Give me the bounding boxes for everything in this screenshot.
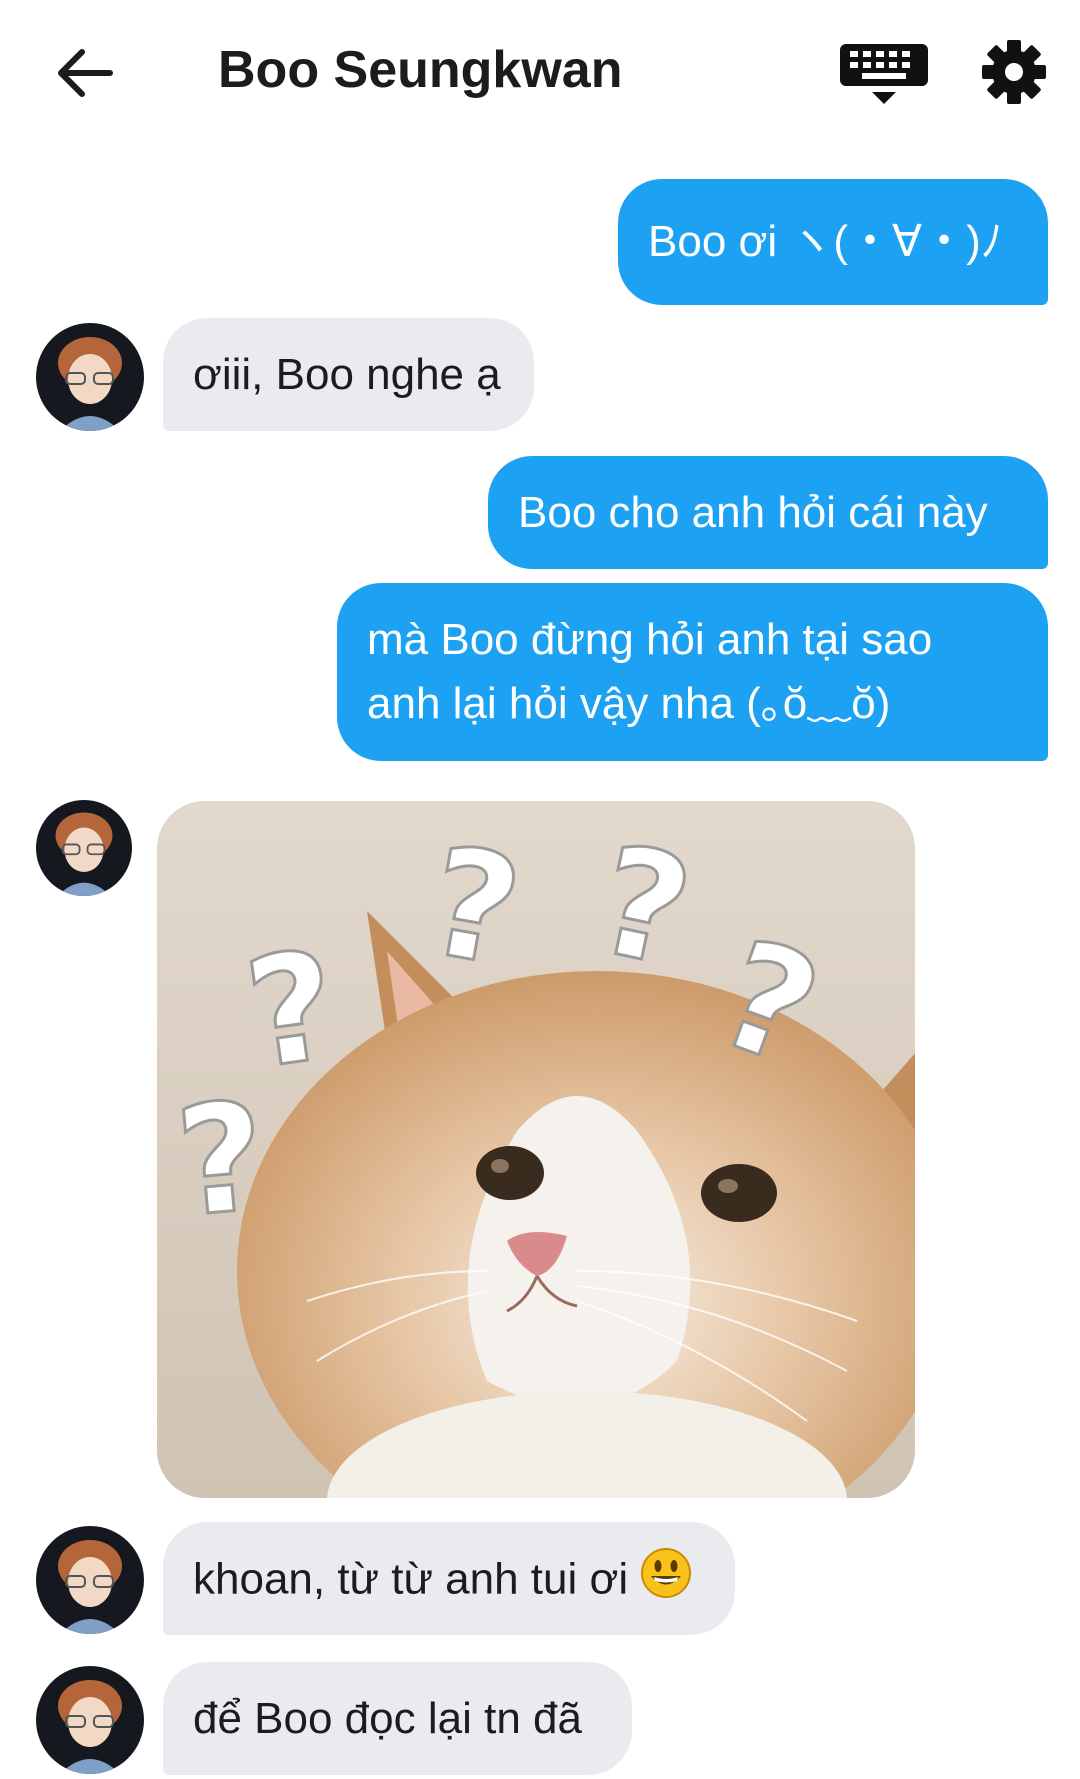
message-text-line: anh lại hỏi vậy nha (｡ŏ﹏ŏ) xyxy=(367,679,891,728)
message-image[interactable]: ? ? ? ? ? xyxy=(157,801,915,1498)
back-arrow-icon xyxy=(58,49,113,97)
message-text: Boo ơi ヽ(・∀・)ﾉ xyxy=(648,217,1003,266)
avatar-photo xyxy=(36,800,132,896)
message-bubble-incoming[interactable]: khoan, từ từ anh tui ơi xyxy=(163,1522,735,1635)
contact-avatar[interactable] xyxy=(36,1526,144,1634)
contact-avatar[interactable] xyxy=(36,1666,144,1774)
cat-image: ? ? ? ? ? xyxy=(157,801,915,1498)
chat-header: Boo Seungkwan xyxy=(0,0,1080,140)
settings-button[interactable] xyxy=(978,36,1050,108)
avatar-photo xyxy=(36,323,144,431)
gear-icon xyxy=(982,40,1046,104)
message-text: Boo cho anh hỏi cái này xyxy=(518,488,988,537)
grinning-face-emoji xyxy=(640,1547,692,1617)
message-bubble-outgoing[interactable]: mà Boo đừng hỏi anh tại sao anh lại hỏi … xyxy=(337,583,1048,761)
message-text: ơiii, Boo nghe ạ xyxy=(193,350,501,399)
message-bubble-outgoing[interactable]: Boo cho anh hỏi cái này xyxy=(488,456,1048,569)
message-bubble-incoming[interactable]: để Boo đọc lại tn đã xyxy=(163,1662,632,1775)
keyboard-button[interactable] xyxy=(836,38,932,108)
message-text-line: mà Boo đừng hỏi anh tại sao xyxy=(367,615,933,664)
contact-avatar[interactable] xyxy=(36,323,144,431)
avatar-photo xyxy=(36,1526,144,1634)
message-bubble-outgoing[interactable]: Boo ơi ヽ(・∀・)ﾉ xyxy=(618,179,1048,305)
contact-avatar[interactable] xyxy=(36,800,132,896)
back-button[interactable] xyxy=(50,38,120,108)
avatar-photo xyxy=(36,1666,144,1774)
message-text: khoan, từ từ anh tui ơi xyxy=(193,1554,629,1604)
message-bubble-incoming[interactable]: ơiii, Boo nghe ạ xyxy=(163,318,534,431)
svg-text:?: ? xyxy=(170,1070,272,1251)
message-text: để Boo đọc lại tn đã xyxy=(193,1694,582,1743)
contact-name: Boo Seungkwan xyxy=(218,41,623,99)
keyboard-icon xyxy=(840,44,928,104)
